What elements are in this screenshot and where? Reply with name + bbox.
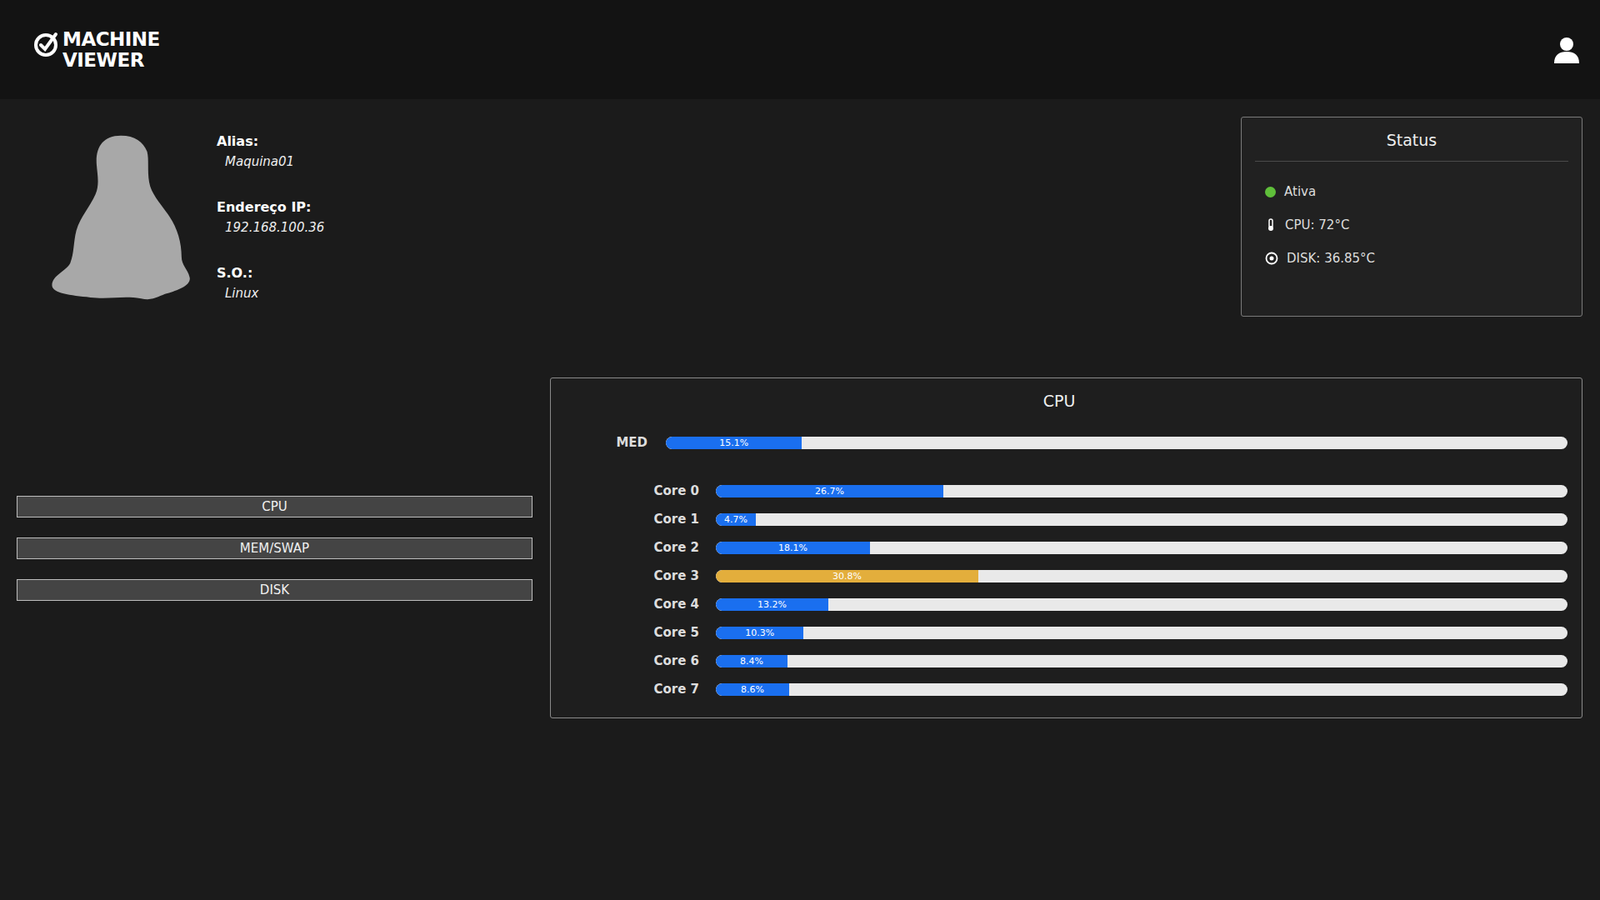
- metric-button[interactable]: MEM/SWAP: [16, 537, 533, 560]
- usage-bar: 10.3%: [715, 626, 1568, 640]
- row-label: Core 3: [550, 568, 700, 584]
- usage-fill: 18.1%: [715, 541, 870, 555]
- core-row: Core 1 4.7%: [550, 505, 1568, 534]
- field-label: Alias:: [216, 133, 325, 150]
- core-row: Core 0 26.7%: [550, 476, 1568, 505]
- usage-reading: 30.8%: [832, 570, 862, 582]
- disk-icon: [1265, 251, 1279, 265]
- status-text: Ativa: [1284, 184, 1316, 200]
- machine-summary: Alias: Maquina01 Endereço IP: 192.168.100…: [16, 116, 1583, 317]
- core-list: Core 0 26.7%Core 1 4.7%Core 2 18.1%Core …: [550, 476, 1568, 704]
- usage-reading: 26.7%: [815, 485, 845, 497]
- status-list: Ativa CPU: 72°C DISK: 36.85°C: [1255, 161, 1569, 266]
- field-label: Endereço IP:: [216, 199, 325, 215]
- usage-fill: 30.8%: [715, 570, 979, 583]
- row-label: Core 7: [550, 681, 700, 697]
- status-item: CPU: 72°C: [1265, 217, 1569, 233]
- logo-text: MACHINEVIEWER: [62, 29, 160, 70]
- row-label: Core 1: [550, 511, 700, 527]
- cpu-title: CPU: [550, 391, 1568, 410]
- usage-reading: 4.7%: [724, 514, 748, 525]
- cpu-panel: CPU MED 15.1% Core 0 26.7%Core 1 4.7%Cor…: [550, 377, 1583, 719]
- metrics-section: CPU MEM/SWAP DISK CPU MED 15.1% Core 0 26.…: [16, 377, 1583, 719]
- machine-field: Alias: Maquina01: [216, 133, 325, 170]
- status-card: Status Ativa CPU: 72°C DISK: 36.85°C: [1240, 116, 1583, 317]
- usage-bar: 13.2%: [715, 598, 1568, 611]
- field-value: Maquina01: [216, 154, 325, 170]
- field-value: Linux: [216, 285, 325, 301]
- metric-nav: CPU MEM/SWAP DISK: [16, 495, 533, 601]
- cpu-average-row: MED 15.1%: [550, 428, 1568, 457]
- machine-field: Endereço IP: 192.168.100.36: [216, 199, 325, 235]
- core-row: Core 7 8.6%: [550, 675, 1568, 704]
- status-text: DISK: 36.85°C: [1286, 250, 1375, 266]
- row-label: Core 6: [550, 653, 700, 669]
- status-dot-icon: [1265, 186, 1276, 198]
- usage-fill: 8.6%: [715, 683, 790, 696]
- usage-reading: 13.2%: [757, 599, 787, 610]
- usage-fill: 26.7%: [715, 485, 944, 498]
- status-item: DISK: 36.85°C: [1265, 250, 1569, 266]
- linux-penguin-icon: [50, 133, 192, 302]
- usage-bar: 8.6%: [715, 683, 1568, 696]
- usage-bar: 8.4%: [715, 655, 1568, 668]
- usage-fill: 15.1%: [665, 436, 802, 450]
- row-label: Core 5: [550, 625, 700, 640]
- metric-button[interactable]: CPU: [16, 495, 533, 518]
- logo[interactable]: MACHINEVIEWER: [33, 29, 160, 70]
- status-text: CPU: 72°C: [1285, 217, 1350, 233]
- core-row: Core 4 13.2%: [550, 590, 1568, 619]
- logo-line: VIEWER: [62, 50, 160, 70]
- metric-button[interactable]: DISK: [16, 579, 533, 601]
- thermometer-icon: [1265, 218, 1277, 232]
- usage-reading: 8.6%: [740, 684, 765, 695]
- core-row: Core 2 18.1%: [550, 533, 1568, 562]
- field-label: S.O.:: [216, 265, 325, 281]
- machine-fields: Alias: Maquina01 Endereço IP: 192.168.100…: [216, 133, 325, 302]
- status-item: Ativa: [1265, 184, 1569, 200]
- usage-reading: 15.1%: [719, 437, 749, 449]
- usage-reading: 18.1%: [778, 542, 808, 554]
- row-label: Core 2: [550, 540, 700, 555]
- field-value: 192.168.100.36: [216, 220, 325, 235]
- machine-info: Alias: Maquina01 Endereço IP: 192.168.100…: [50, 133, 325, 302]
- usage-reading: 10.3%: [745, 627, 775, 639]
- top-bar: MACHINEVIEWER: [0, 0, 1600, 100]
- main-content: Alias: Maquina01 Endereço IP: 192.168.100…: [0, 99, 1600, 719]
- machine-field: S.O.: Linux: [216, 265, 325, 301]
- row-label: MED: [550, 435, 648, 450]
- machine-viewer-page: MACHINEVIEWER Alias: Maquina01 Endereço I…: [0, 0, 1600, 900]
- core-row: Core 6 8.4%: [550, 646, 1568, 675]
- core-row: Core 3 30.8%: [550, 561, 1568, 590]
- usage-fill: 10.3%: [715, 626, 804, 640]
- usage-bar: 15.1%: [665, 436, 1568, 450]
- logo-check-icon: [33, 30, 60, 60]
- row-label: Core 4: [550, 596, 700, 612]
- usage-bar: 18.1%: [715, 541, 1568, 555]
- core-row: Core 5 10.3%: [550, 618, 1568, 647]
- usage-fill: 8.4%: [715, 655, 788, 668]
- usage-fill: 4.7%: [715, 513, 756, 526]
- status-title: Status: [1255, 130, 1569, 162]
- logo-line: MACHINE: [62, 29, 160, 50]
- user-icon[interactable]: [1554, 36, 1580, 64]
- usage-bar: 4.7%: [715, 513, 1568, 526]
- usage-reading: 8.4%: [740, 655, 764, 667]
- usage-bar: 30.8%: [715, 570, 1568, 583]
- usage-fill: 13.2%: [715, 598, 829, 611]
- usage-bar: 26.7%: [715, 485, 1568, 498]
- row-label: Core 0: [550, 483, 700, 499]
